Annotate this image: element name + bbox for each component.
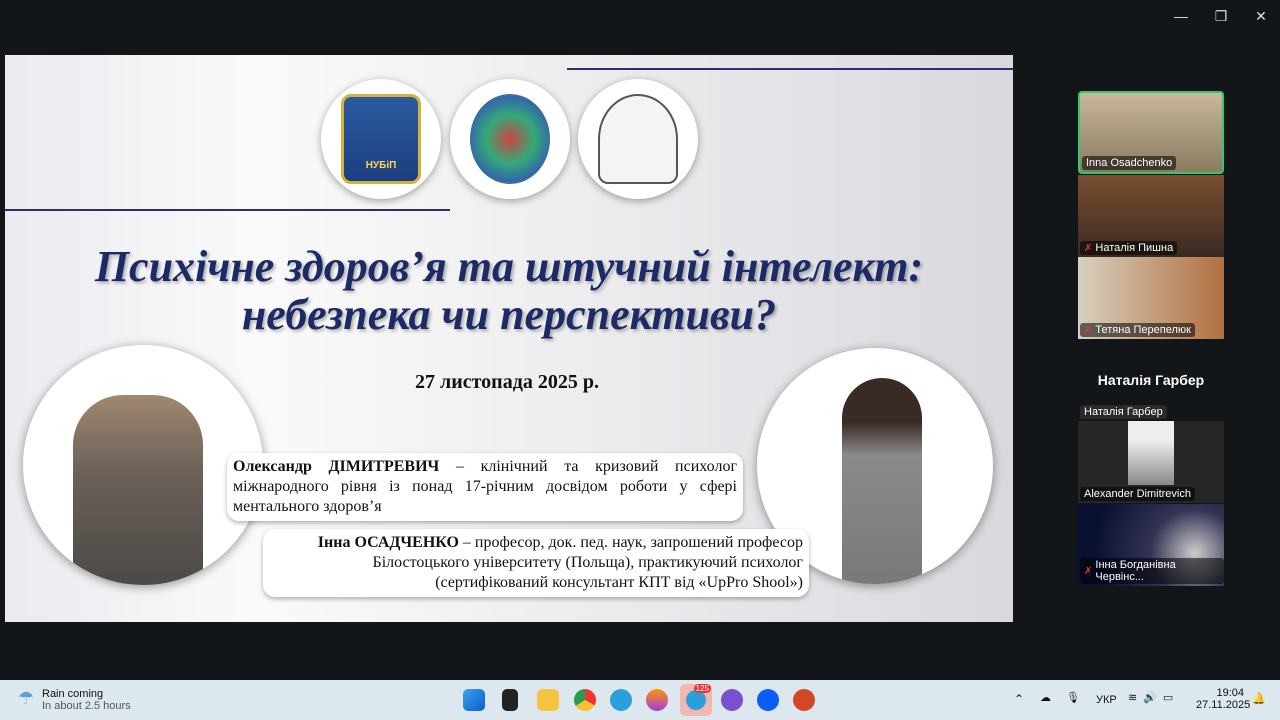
participant-name: Тетяна Перепелюк (1095, 324, 1191, 336)
participant-tile[interactable]: ✗ Тетяна Перепелюк (1078, 257, 1224, 339)
zoom-icon[interactable] (757, 689, 779, 711)
language-indicator[interactable]: УКР (1096, 694, 1117, 706)
shared-slide: НУБіП Психічне здоров’я та штучний інтел… (5, 55, 1013, 622)
spotlight-label: Наталія Гарбер (1080, 405, 1167, 419)
microphone-icon[interactable]: 🎙 (1066, 691, 1080, 704)
participant-name: Наталія Пишна (1095, 242, 1174, 254)
mic-muted-icon: ✗ (1084, 242, 1093, 254)
logo-faculty (450, 79, 570, 199)
start-icon[interactable] (463, 689, 485, 711)
wifi-icon: ≋ (1128, 692, 1138, 704)
window-controls: — ❐ ✕ (1172, 8, 1270, 25)
close-button[interactable]: ✕ (1252, 8, 1270, 25)
spotlight-heading: Наталія Гарбер (1097, 372, 1205, 388)
chrome-icon[interactable] (574, 689, 596, 711)
weather-title: Rain coming (42, 688, 104, 700)
participant-tile[interactable]: Alexander Dimitrevich (1078, 421, 1224, 503)
task-view-icon[interactable] (502, 689, 518, 711)
logo-tree (578, 79, 698, 199)
participant-name: Alexander Dimitrevich (1080, 487, 1195, 501)
slide-title: Психічне здоров’я та штучний інтелект: не… (94, 242, 924, 339)
minimize-button[interactable]: — (1172, 8, 1190, 25)
telegram-active-button[interactable]: 125 (680, 684, 712, 716)
notification-badge: 125 (693, 684, 711, 693)
file-explorer-icon[interactable] (537, 689, 559, 711)
weather-icon: ☂ (18, 688, 35, 708)
notification-icon[interactable]: 🔔 (1252, 692, 1266, 705)
participant-tile[interactable]: ✗ Інна Богданівна Червінс... (1078, 504, 1224, 586)
participant-tile[interactable]: ✗ Наталія Пишна (1078, 175, 1224, 257)
mic-muted-icon: ✗ (1084, 324, 1093, 336)
viber-icon[interactable] (721, 689, 743, 711)
date: 27.11.2025 (1196, 699, 1251, 711)
firefox-icon[interactable] (646, 689, 668, 711)
logo-nubip: НУБіП (321, 79, 441, 199)
telegram-icon[interactable] (610, 689, 632, 711)
divider-line (567, 68, 1013, 70)
divider-line (5, 209, 450, 211)
participant-name: Інна Богданівна Червінс... (1095, 559, 1176, 583)
speaker1-bio: Олександр ДІМИТРЕВИЧ – клінічний та криз… (227, 453, 743, 521)
participant-name: Inna Osadchenko (1082, 156, 1177, 170)
system-tray[interactable]: ≋ 🔊 ▭ (1128, 691, 1173, 704)
mic-muted-icon: ✗ (1084, 565, 1093, 577)
restore-button[interactable]: ❐ (1212, 8, 1230, 25)
time: 19:04 (1216, 687, 1244, 699)
show-hidden-icons[interactable]: ⌃ (1014, 692, 1024, 706)
taskbar: ☂ Rain coming In about 2.5 hours 125 ⌃ ☁ … (0, 680, 1280, 720)
volume-icon: 🔊 (1143, 692, 1157, 704)
event-date: 27 листопада 2025 р. (415, 371, 599, 393)
battery-icon: ▭ (1162, 692, 1174, 704)
onedrive-icon[interactable]: ☁ (1040, 691, 1051, 704)
participant-tile[interactable]: Inna Osadchenko (1078, 91, 1224, 174)
clock[interactable]: 19:04 27.11.2025 (1196, 687, 1251, 711)
speaker2-bio: Інна ОСАДЧЕНКО – професор, док. пед. нау… (263, 529, 809, 597)
powerpoint-icon[interactable] (793, 689, 815, 711)
weather-widget[interactable]: Rain coming In about 2.5 hours (42, 688, 131, 712)
weather-sub: In about 2.5 hours (42, 700, 131, 712)
